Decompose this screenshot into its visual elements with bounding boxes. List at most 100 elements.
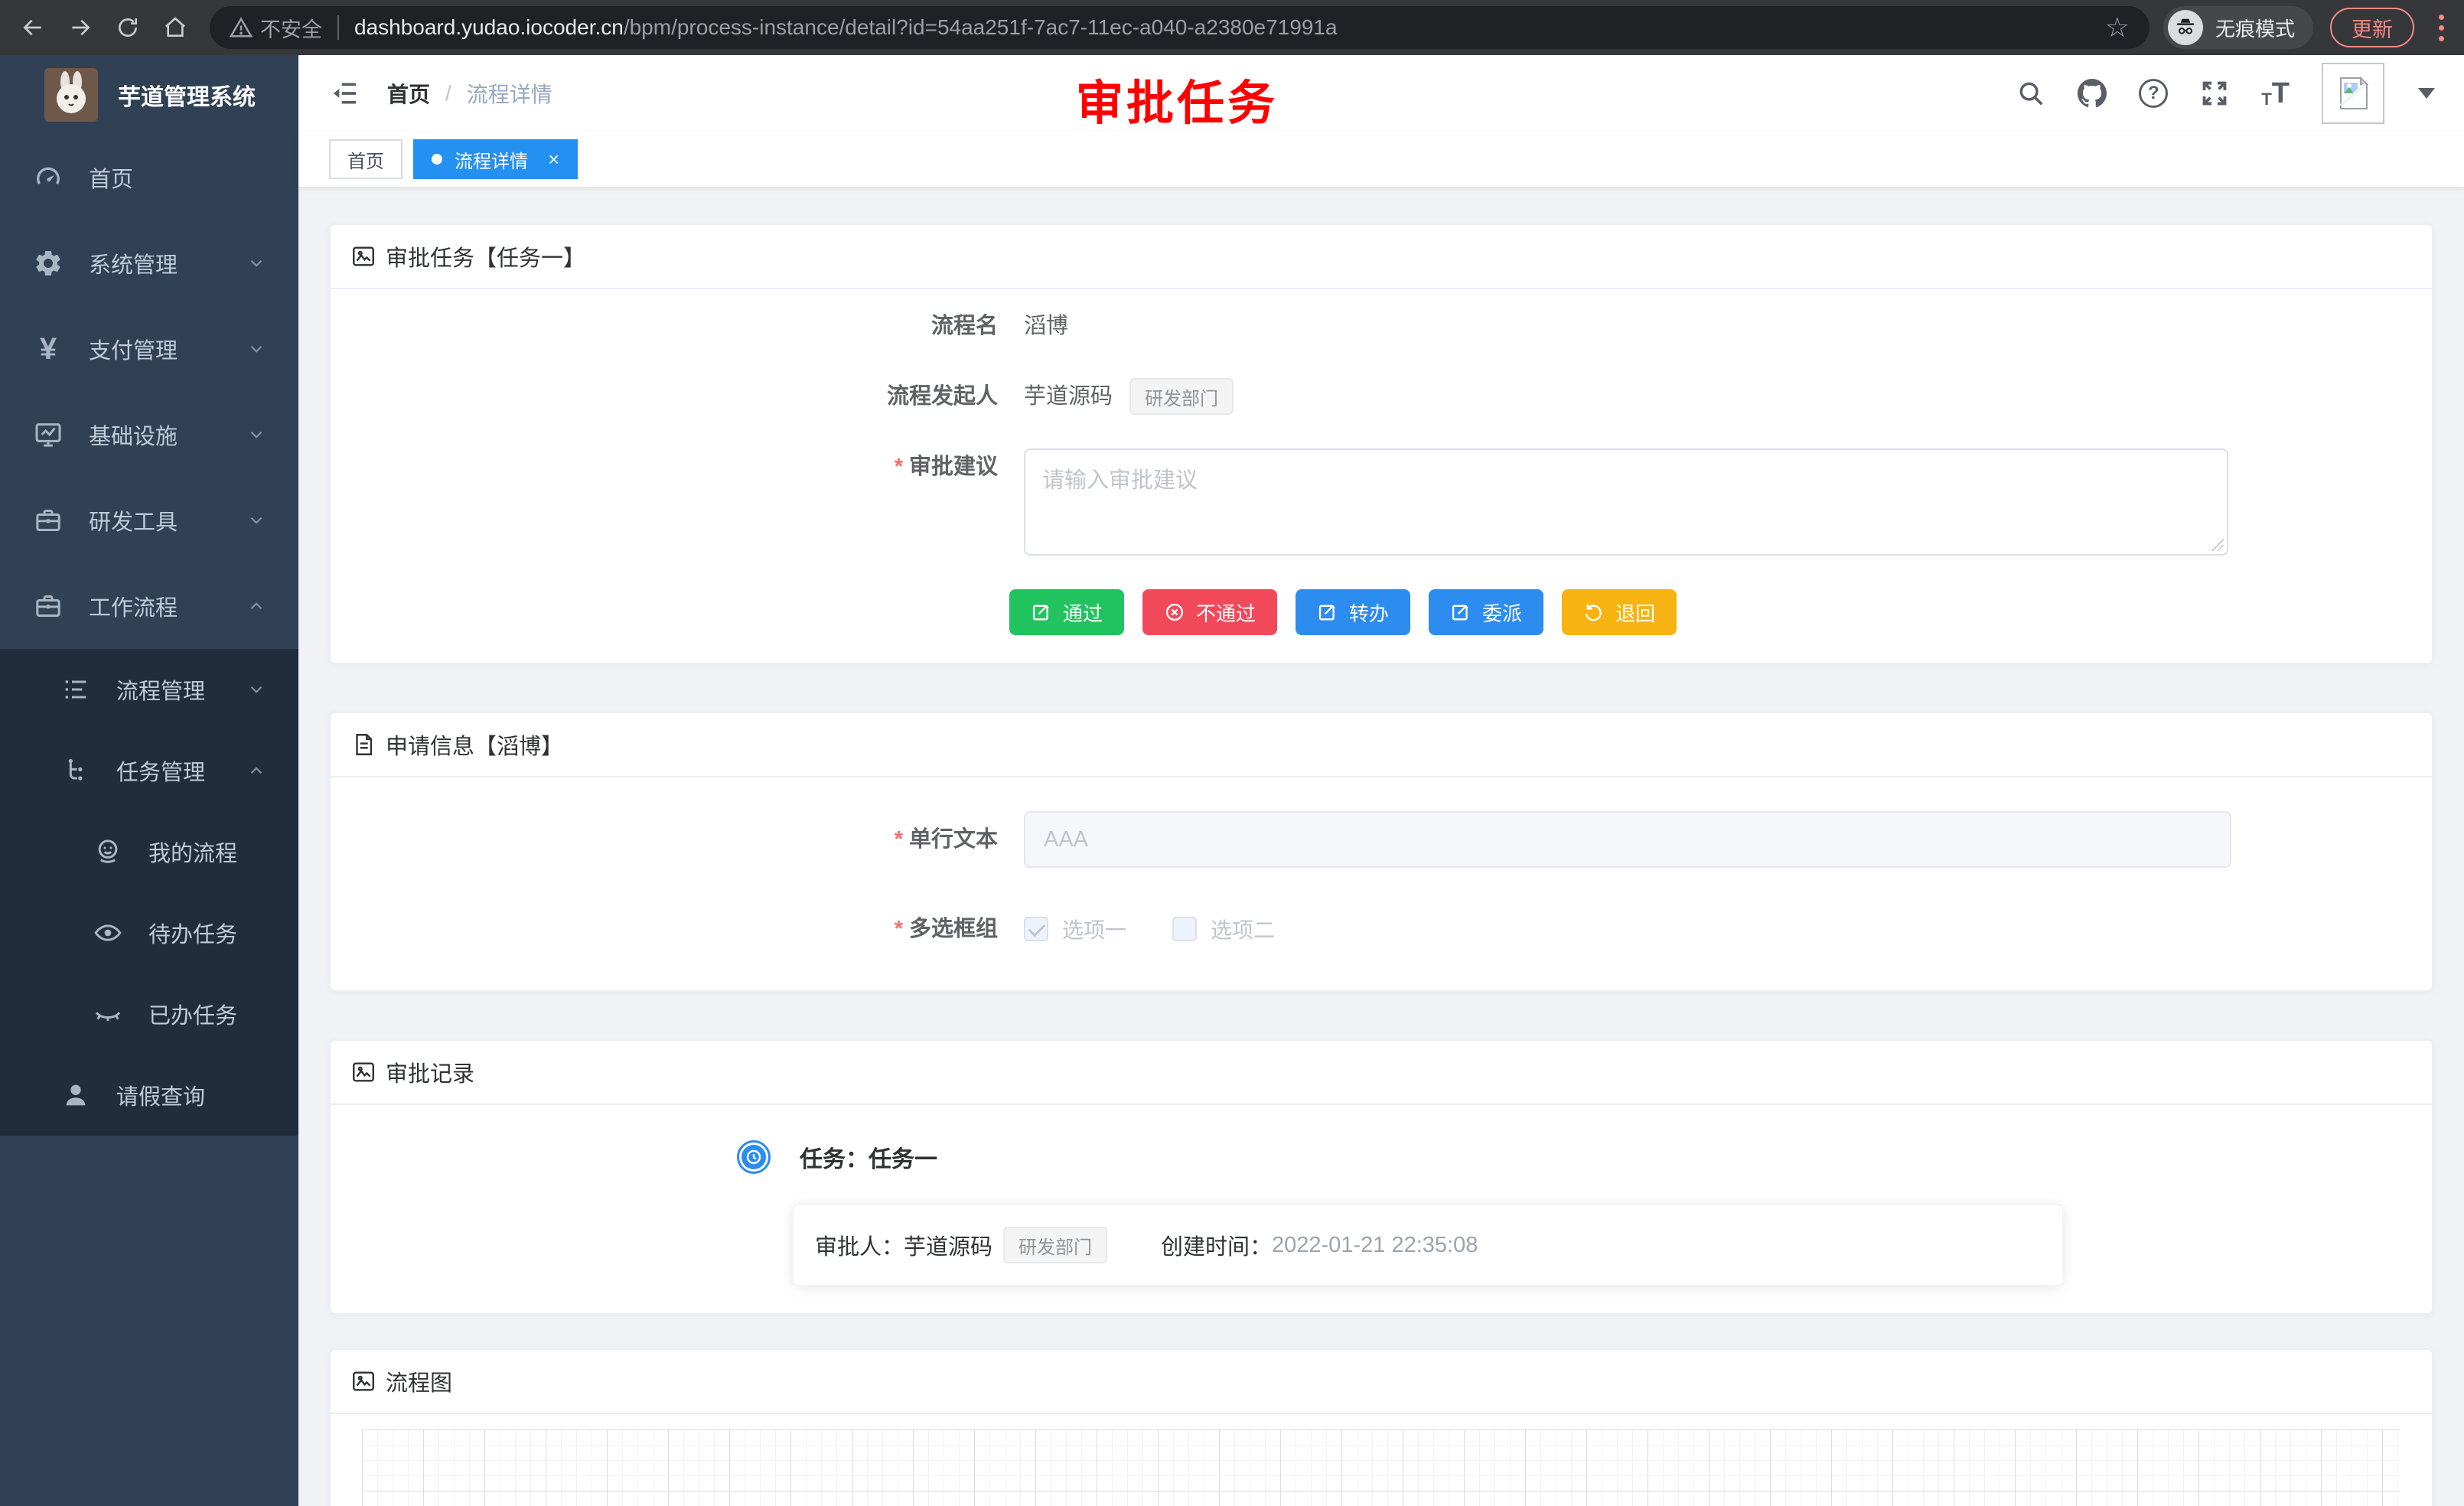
approver-label: 审批人： xyxy=(815,1229,904,1261)
edit-icon xyxy=(1317,601,1338,623)
workflow-submenu: 流程管理 任务管理 我的流程 xyxy=(0,649,298,1136)
tab-close-icon[interactable]: × xyxy=(548,148,559,171)
card-title: 审批记录 xyxy=(386,1056,474,1088)
checkbox-group: 选项一 选项二 xyxy=(1024,914,1275,944)
github-icon[interactable] xyxy=(2078,79,2107,108)
timeline-item: 任务：任务一 xyxy=(331,1140,2432,1174)
checkbox-unchecked-icon[interactable] xyxy=(1172,917,1197,941)
sidebar-item-label: 基础设施 xyxy=(89,419,178,451)
reject-button[interactable]: 不通过 xyxy=(1142,589,1277,635)
tab-home[interactable]: 首页 xyxy=(329,139,403,179)
required-mark: * xyxy=(895,917,903,941)
browser-reload-button[interactable] xyxy=(107,7,148,48)
chevron-up-icon xyxy=(246,596,266,616)
sidebar-item-my-process[interactable]: 我的流程 xyxy=(0,811,298,892)
required-mark: * xyxy=(895,455,903,479)
single-text-input[interactable]: AAA xyxy=(1024,811,2231,868)
url-path: /bpm/process-instance/detail?id=54aa251f… xyxy=(624,15,2090,40)
sidebar-item-payment[interactable]: ¥ 支付管理 xyxy=(0,306,298,392)
picture-icon xyxy=(350,243,376,269)
task-title: 任务：任务一 xyxy=(800,1140,937,1174)
sidebar-item-leave-query[interactable]: 请假查询 xyxy=(0,1055,298,1136)
sidebar-item-label: 首页 xyxy=(89,161,133,194)
address-bar[interactable]: 不安全 dashboard.yudao.iocoder.cn /bpm/proc… xyxy=(210,6,2149,49)
back-arrow-icon xyxy=(21,15,45,40)
checkbox-option-1[interactable]: 选项一 xyxy=(1024,914,1126,944)
sidebar-item-home[interactable]: 首页 xyxy=(0,135,298,220)
breadcrumb: 首页 / 流程详情 xyxy=(387,78,552,109)
card-header: 审批记录 xyxy=(331,1041,2432,1105)
card-header: 流程图 xyxy=(331,1350,2432,1414)
created-time-label: 创建时间： xyxy=(1161,1229,1272,1261)
incognito-icon xyxy=(2168,10,2203,45)
avatar-caret-icon[interactable] xyxy=(2418,88,2435,99)
breadcrumb-home[interactable]: 首页 xyxy=(387,78,430,109)
card-header: 申请信息【滔博】 xyxy=(331,713,2432,777)
initiator-dept-tag: 研发部门 xyxy=(1129,378,1234,415)
chevron-down-icon xyxy=(246,253,266,273)
checkbox-option-2[interactable]: 选项二 xyxy=(1172,914,1275,944)
chevron-down-icon xyxy=(246,339,266,359)
approval-buttons-row: 通过 不通过 转办 委 xyxy=(331,589,2432,635)
sidebar-item-label: 待办任务 xyxy=(148,917,237,949)
sidebar-item-devtools[interactable]: 研发工具 xyxy=(0,478,298,563)
tags-view: 首页 流程详情 × xyxy=(298,132,2464,188)
suggestion-textarea[interactable]: 请输入审批建议 xyxy=(1024,448,2228,556)
search-icon[interactable] xyxy=(2016,79,2045,108)
help-icon[interactable]: ? xyxy=(2139,79,2168,108)
tab-process-detail[interactable]: 流程详情 × xyxy=(413,139,578,179)
edit-icon xyxy=(1450,601,1472,623)
initiator-label: 流程发起人 xyxy=(331,378,998,415)
sidebar-item-workflow[interactable]: 工作流程 xyxy=(0,563,298,649)
checkbox-label: 选项二 xyxy=(1211,914,1275,944)
checkbox-checked-icon[interactable] xyxy=(1024,917,1048,941)
picture-icon xyxy=(350,1368,376,1394)
approver-value: 芋道源码 xyxy=(904,1229,992,1261)
browser-back-button[interactable] xyxy=(12,7,54,48)
card-title: 申请信息【滔博】 xyxy=(386,729,563,761)
approve-button[interactable]: 通过 xyxy=(1009,589,1124,635)
card-title: 流程图 xyxy=(386,1365,452,1397)
sidebar-item-label: 工作流程 xyxy=(89,590,178,622)
avatar[interactable] xyxy=(2322,63,2384,124)
transfer-button[interactable]: 转办 xyxy=(1296,589,1410,635)
bpmn-canvas-grid[interactable] xyxy=(362,1429,2400,1506)
screen: 不安全 dashboard.yudao.iocoder.cn /bpm/proc… xyxy=(0,0,2464,1506)
bookmark-star-icon[interactable]: ☆ xyxy=(2105,14,2130,41)
sidebar-item-todo-tasks[interactable]: 待办任务 xyxy=(0,892,298,973)
delegate-button[interactable]: 委派 xyxy=(1429,589,1543,635)
sidebar-item-done-tasks[interactable]: 已办任务 xyxy=(0,973,298,1055)
sidebar-collapse-button[interactable] xyxy=(329,78,360,109)
checkbox-label: 选项一 xyxy=(1062,914,1126,944)
eye-closed-icon xyxy=(90,996,125,1032)
security-label[interactable]: 不安全 xyxy=(260,13,322,43)
fullscreen-icon[interactable] xyxy=(2200,79,2229,108)
home-icon xyxy=(163,15,187,40)
suggestion-row: *审批建议 请输入审批建议 xyxy=(331,448,2432,556)
breadcrumb-separator: / xyxy=(445,81,451,106)
tab-label: 流程详情 xyxy=(455,146,528,173)
single-text-row: *单行文本 AAA xyxy=(331,811,2432,868)
sidebar-item-infra[interactable]: 基础设施 xyxy=(0,392,298,478)
logo-image xyxy=(44,68,98,122)
app-title: 芋道管理系统 xyxy=(118,78,256,112)
return-button[interactable]: 退回 xyxy=(1562,589,1677,635)
browser-home-button[interactable] xyxy=(155,7,196,48)
sidebar-item-system[interactable]: 系统管理 xyxy=(0,220,298,306)
sidebar-item-task-mgmt[interactable]: 任务管理 xyxy=(0,730,298,811)
browser-forward-button[interactable] xyxy=(60,7,101,48)
card-header: 审批任务【任务一】 xyxy=(331,225,2432,289)
url-host: dashboard.yudao.iocoder.cn xyxy=(354,15,624,40)
sidebar-item-process-mgmt[interactable]: 流程管理 xyxy=(0,649,298,730)
address-divider xyxy=(337,15,339,40)
sidebar-item-label: 我的流程 xyxy=(148,836,237,868)
browser-update-button[interactable]: 更新 xyxy=(2330,8,2414,47)
sidebar-logo-row[interactable]: 芋道管理系统 xyxy=(0,55,298,135)
refresh-left-icon xyxy=(1583,601,1605,623)
font-size-icon[interactable]: TT xyxy=(2261,79,2290,108)
broken-image-icon xyxy=(2332,72,2374,115)
chevron-down-icon xyxy=(246,680,266,699)
page-content: 审批任务【任务一】 流程名 滔博 流程发起人 芋道源码 研发部门 xyxy=(298,188,2464,1506)
sidebar-filler xyxy=(0,1136,298,1506)
browser-menu-icon[interactable] xyxy=(2431,15,2452,41)
